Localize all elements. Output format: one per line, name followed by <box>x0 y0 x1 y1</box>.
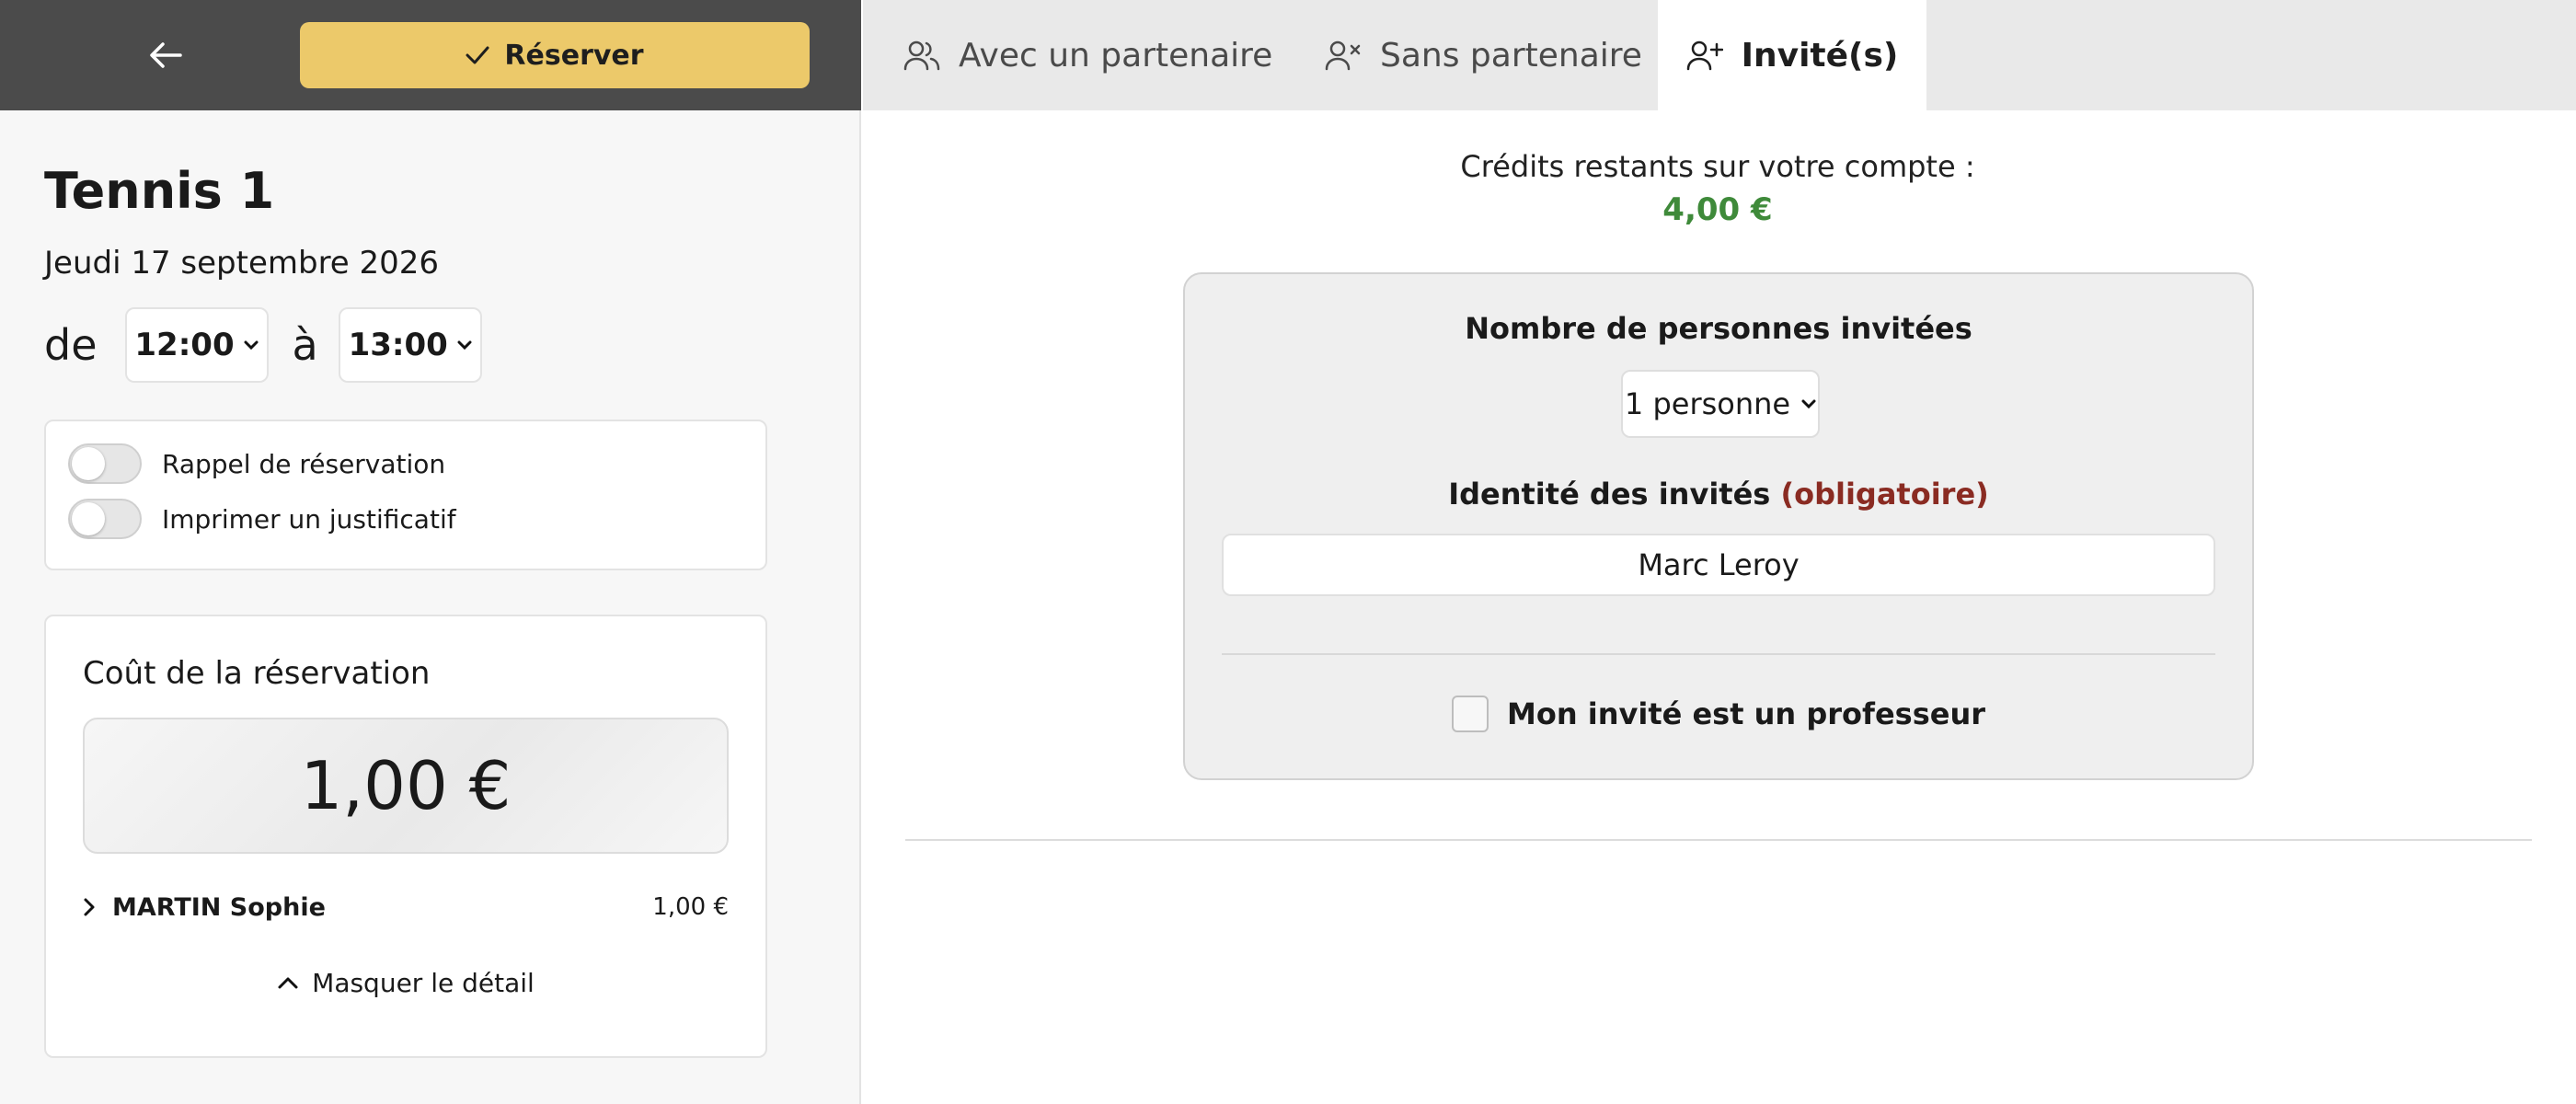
end-time-select[interactable]: 13:00 <box>338 307 482 383</box>
cost-line-amount: 1,00 € <box>652 893 729 921</box>
reminder-toggle[interactable] <box>68 443 142 484</box>
chevron-right-icon <box>83 897 96 917</box>
guest-count-select[interactable]: 1 personne <box>1621 370 1820 438</box>
booking-date: Jeudi 17 septembre 2026 <box>44 245 440 282</box>
tab-with-partner[interactable]: Avec un partenaire <box>903 0 1272 110</box>
print-receipt-option: Imprimer un justificatif <box>68 499 456 539</box>
guest-tab-content: Crédits restants sur votre compte : 4,00… <box>863 110 2576 1104</box>
cost-line-item[interactable]: MARTIN Sophie 1,00 € <box>83 889 729 926</box>
guest-identity-heading: Identité des invités (obligatoire) <box>1185 477 2252 512</box>
start-time-select[interactable]: 12:00 <box>124 307 269 383</box>
cost-line-name-wrap: MARTIN Sophie <box>83 893 326 922</box>
tab-guests-label: Invité(s) <box>1741 36 1899 75</box>
end-time-value: 13:00 <box>348 327 448 363</box>
users-icon <box>903 40 940 71</box>
hide-detail-button[interactable]: Masquer le détail <box>46 964 765 1001</box>
from-word: de <box>44 320 98 370</box>
reserve-button[interactable]: Réserver <box>300 22 810 88</box>
time-range: de 12:00 à 13:00 <box>44 307 482 383</box>
cost-line-name: MARTIN Sophie <box>112 892 326 922</box>
start-time-value: 12:00 <box>134 327 235 363</box>
cost-title: Coût de la réservation <box>83 655 431 692</box>
professor-option: Mon invité est un professeur <box>1185 694 2252 734</box>
tab-with-partner-label: Avec un partenaire <box>959 36 1273 75</box>
hide-detail-label: Masquer le détail <box>312 967 535 998</box>
check-icon <box>466 46 489 64</box>
to-word: à <box>292 320 318 370</box>
chevron-down-icon <box>457 339 472 351</box>
guest-form: Nombre de personnes invitées 1 personne … <box>1183 272 2254 780</box>
cost-total: 1,00 € <box>83 718 729 854</box>
cost-card: Coût de la réservation 1,00 € MARTIN Sop… <box>44 615 767 1058</box>
print-receipt-label: Imprimer un justificatif <box>162 503 456 535</box>
guest-count-value: 1 personne <box>1624 386 1791 421</box>
chevron-up-icon <box>277 975 299 990</box>
credits-label: Crédits restants sur votre compte : <box>1460 149 1975 184</box>
booking-sidebar: Réserver Tennis 1 Jeudi 17 septembre 202… <box>0 0 861 1104</box>
credits-value: 4,00 € <box>1662 191 1773 228</box>
reminder-option: Rappel de réservation <box>68 443 445 484</box>
guest-identity-label: Identité des invités <box>1448 477 1771 512</box>
reserve-label: Réserver <box>504 39 644 72</box>
professor-label: Mon invité est un professeur <box>1506 696 1985 731</box>
divider <box>1222 653 2215 655</box>
user-plus-icon <box>1686 40 1723 71</box>
divider <box>905 839 2532 841</box>
options-card: Rappel de réservation Imprimer un justif… <box>44 420 767 570</box>
chevron-down-icon <box>1801 398 1816 409</box>
print-receipt-toggle[interactable] <box>68 499 142 539</box>
guest-count-label: Nombre de personnes invitées <box>1465 311 1972 346</box>
tab-guests[interactable]: Invité(s) <box>1658 0 1926 110</box>
tab-without-partner-label: Sans partenaire <box>1380 36 1642 75</box>
user-x-icon <box>1325 40 1362 71</box>
back-button[interactable] <box>138 31 193 79</box>
top-toolbar: Réserver <box>0 0 861 110</box>
required-marker: (obligatoire) <box>1780 477 1989 512</box>
arrow-left-icon <box>149 41 182 69</box>
professor-checkbox[interactable] <box>1451 696 1489 732</box>
reminder-label: Rappel de réservation <box>162 448 446 479</box>
court-title: Tennis 1 <box>44 162 275 220</box>
partner-tabs: Avec un partenaire Sans partenaire Invit… <box>863 0 2576 110</box>
guest-name-input[interactable]: Marc Leroy <box>1222 534 2215 596</box>
tab-without-partner[interactable]: Sans partenaire <box>1325 0 1642 110</box>
chevron-down-icon <box>244 339 259 351</box>
